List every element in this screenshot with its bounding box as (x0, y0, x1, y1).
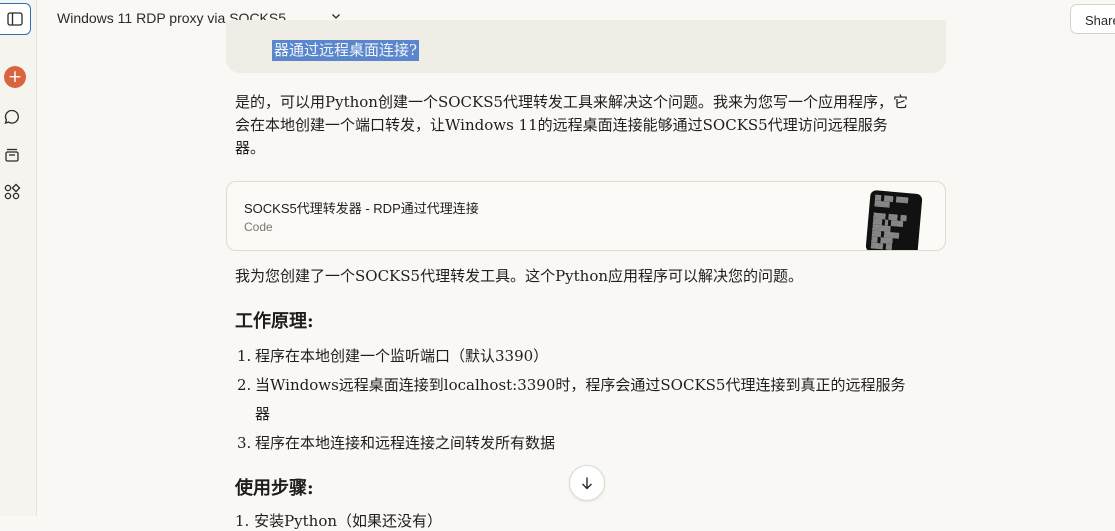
arrow-down-icon (582, 477, 592, 490)
projects-button[interactable] (0, 140, 27, 170)
how-it-works-list: 1. 程序在本地创建一个监听端口（默认3390） 2. 当Windows远程桌面… (235, 342, 915, 458)
artifact-type-label: Code (244, 220, 273, 234)
plus-icon: + (4, 66, 26, 88)
assistant-summary-paragraph: 我为您创建了一个SOCKS5代理转发工具。这个Python应用程序可以解决您的问… (235, 267, 804, 285)
stack-icon (5, 148, 19, 162)
usage-steps-heading: 使用步骤: (235, 478, 314, 499)
chats-button[interactable] (0, 102, 27, 132)
list-item: 3. 程序在本地连接和远程连接之间转发所有数据 (237, 434, 556, 452)
new-chat-button[interactable]: + (0, 62, 30, 92)
artifacts-button[interactable] (0, 177, 27, 207)
sidebar-toggle-button[interactable] (0, 3, 31, 35)
sidebar-panel-icon (7, 12, 23, 26)
how-it-works-heading: 工作原理: (235, 311, 314, 332)
chat-bubble-icon (4, 109, 19, 124)
scroll-to-bottom-button[interactable] (569, 465, 605, 501)
grid-shapes-icon (4, 183, 21, 200)
artifact-title: SOCKS5代理转发器 - RDP通过代理连接 (244, 201, 479, 216)
share-button[interactable]: Share (1070, 4, 1115, 34)
list-item: 1. 程序在本地创建一个监听端口（默认3390） (237, 347, 549, 365)
assistant-intro-paragraph: 是的，可以用Python创建一个SOCKS5代理转发工具来解决这个问题。我来为您… (235, 93, 909, 157)
user-message-selected-text: 器通过远程桌面连接? (272, 40, 420, 61)
list-item: 2. 当Windows远程桌面连接到localhost:3390时，程序会通过S… (237, 376, 906, 423)
artifact-card[interactable]: SOCKS5代理转发器 - RDP通过代理连接 Code ▒▒ ▒▒▒ ▒▒▒▒… (226, 181, 946, 251)
artifact-code-thumbnail: ▒▒ ▒▒▒ ▒▒▒▒ ▒▒▒▒▒ ▒▒▒▒ ▒▒▒ ▒▒ ▒▒▒ ▒ ▒▒▒▒ ▒▒▒… (865, 189, 923, 250)
left-rail: + (0, 0, 37, 516)
usage-step-1: 1. 安装Python（如果还没有） (235, 512, 443, 530)
